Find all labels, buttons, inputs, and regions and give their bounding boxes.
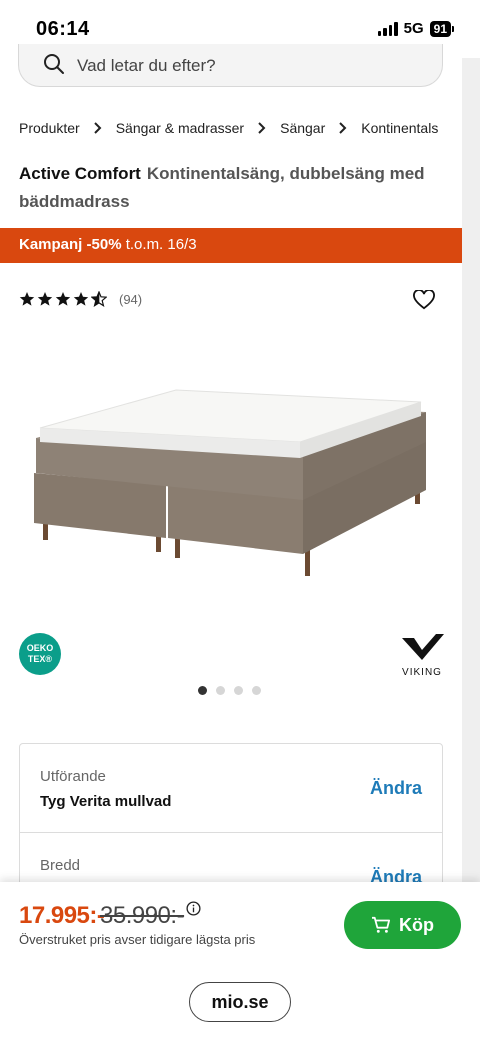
promo-period: t.o.m. 16/3 — [125, 236, 197, 253]
battery-icon: 91 — [429, 20, 451, 37]
viking-logo-icon — [402, 634, 444, 660]
status-time: 06:14 — [36, 18, 90, 40]
gallery-dot[interactable] — [252, 686, 261, 695]
star-half-icon — [91, 291, 107, 307]
gallery-dot[interactable] — [198, 686, 207, 695]
gallery-dot[interactable] — [216, 686, 225, 695]
change-option-button[interactable]: Ändra — [370, 778, 422, 799]
breadcrumb-item-sangar-madrasser[interactable]: Sängar & madrasser — [116, 120, 244, 136]
page-fade — [0, 966, 480, 974]
oeko-tex-badge: OEKO TEX® — [19, 633, 61, 675]
buy-button-label: Köp — [399, 914, 434, 935]
browser-url-bar[interactable]: mio.se — [189, 982, 291, 1022]
buy-button[interactable]: Köp — [344, 901, 461, 949]
option-label: Bredd — [40, 857, 81, 874]
product-options: Utförande Tyg Verita mullvad Ändra Bredd… — [19, 743, 443, 903]
promo-label: Kampanj -50% — [19, 236, 122, 253]
old-price: 35.990:- — [100, 902, 185, 929]
oeko-line2: TEX® — [27, 654, 53, 664]
purchase-bar: 17.995:- 35.990:- Överstruket pris avser… — [0, 882, 480, 966]
star-icon — [37, 292, 53, 306]
brand-logo: VIKING — [398, 632, 446, 678]
option-label: Utförande — [40, 768, 106, 785]
cart-icon — [372, 916, 390, 933]
product-name: Active Comfort — [19, 164, 141, 183]
chevron-right-icon — [93, 122, 102, 134]
network-type: 5G — [403, 20, 424, 37]
option-value: Tyg Verita mullvad — [40, 793, 172, 810]
star-icon — [55, 292, 71, 306]
page-edge-strip — [462, 58, 480, 888]
breadcrumb-item-kontinentals[interactable]: Kontinentals — [361, 120, 438, 136]
star-icon — [19, 292, 35, 306]
current-price: 17.995:- — [19, 902, 105, 929]
chevron-right-icon — [258, 122, 266, 134]
option-row-utforande[interactable]: Utförande Tyg Verita mullvad Ändra — [20, 744, 442, 833]
signal-icon — [377, 21, 398, 36]
breadcrumb-item-produkter[interactable]: Produkter — [19, 120, 80, 136]
product-image[interactable] — [28, 380, 438, 580]
bed-leg — [305, 550, 310, 576]
battery-tip — [452, 25, 454, 32]
heart-icon[interactable] — [413, 290, 435, 310]
search-input[interactable]: Vad letar du efter? — [77, 56, 216, 76]
gallery-dot[interactable] — [234, 686, 243, 695]
rating[interactable]: (94) — [19, 291, 142, 307]
status-indicators: 5G 91 — [377, 20, 454, 37]
search-bar[interactable]: Vad letar du efter? — [18, 44, 443, 87]
rating-count: (94) — [119, 291, 143, 307]
info-icon[interactable] — [186, 901, 201, 916]
gallery-pagination — [198, 686, 261, 695]
star-rating — [19, 291, 107, 307]
price-note: Överstruket pris avser tidigare lägsta p… — [19, 932, 256, 947]
star-icon — [73, 292, 89, 306]
promo-banner: Kampanj -50% t.o.m. 16/3 — [0, 228, 462, 263]
chevron-right-icon — [339, 122, 347, 134]
oeko-line1: OEKO — [26, 643, 54, 653]
breadcrumb: Produkter Sängar & madrasser Sängar Kont… — [19, 120, 459, 136]
search-icon — [44, 54, 64, 74]
breadcrumb-item-sangar[interactable]: Sängar — [280, 120, 325, 136]
product-title: Active Comfort Kontinentalsäng, dubbelsän… — [19, 160, 439, 216]
brand-name: VIKING — [402, 667, 442, 678]
url-text: mio.se — [211, 991, 269, 1012]
